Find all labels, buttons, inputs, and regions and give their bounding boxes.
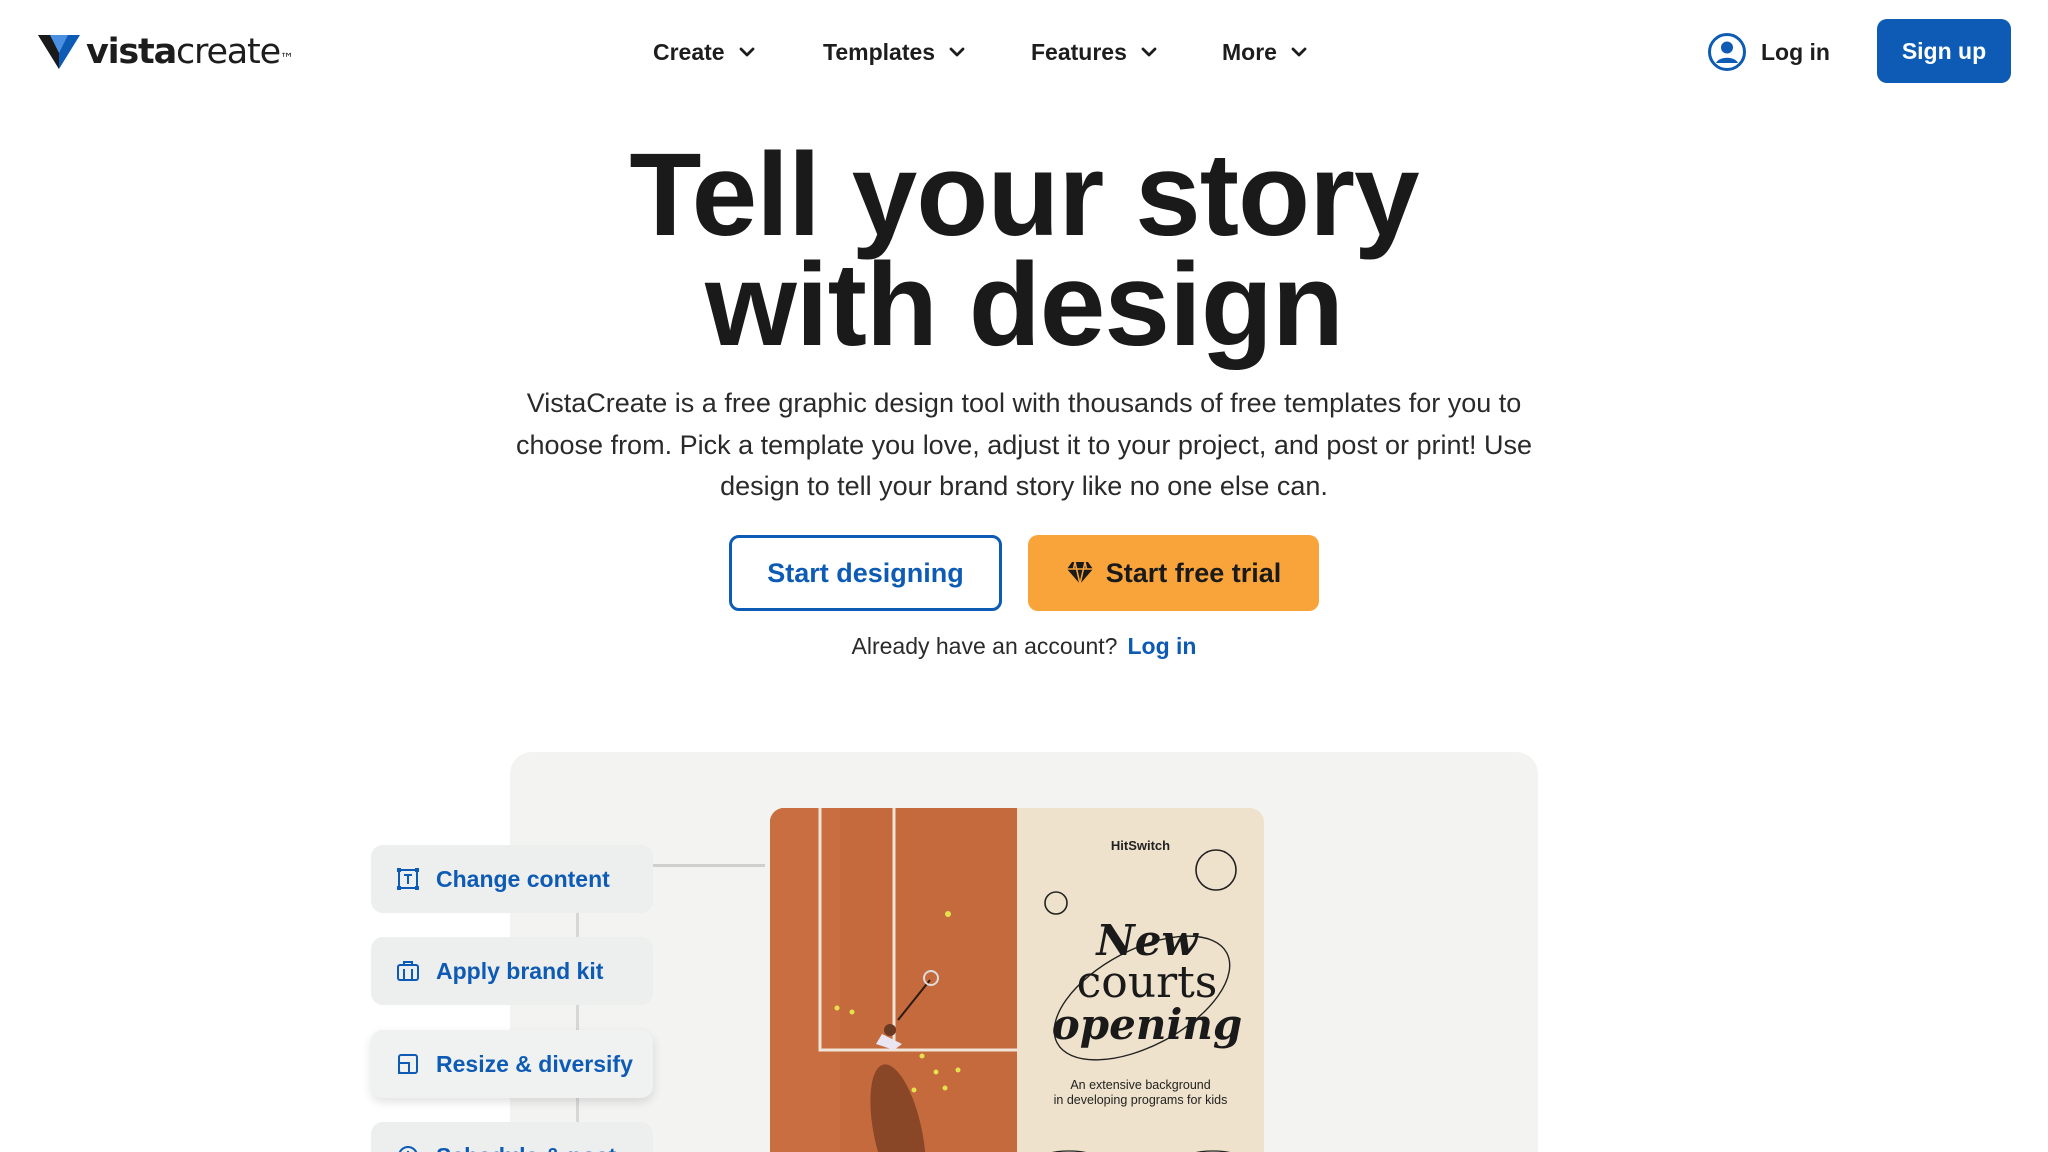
brand-kit-icon bbox=[397, 961, 419, 981]
hero-title: Tell your story with design bbox=[0, 129, 2048, 371]
poster-headline-line3: opening bbox=[1051, 1000, 1243, 1049]
text-frame-icon bbox=[397, 868, 419, 890]
nav-features-label: Features bbox=[1031, 38, 1127, 65]
poster-headline: New courts opening bbox=[1037, 920, 1257, 1046]
poster-brand: HitSwitch bbox=[1110, 838, 1171, 853]
nav-features[interactable]: Features bbox=[1031, 30, 1159, 74]
chevron-down-icon bbox=[949, 47, 965, 57]
poster-description: An extensive background in developing pr… bbox=[1017, 1078, 1264, 1108]
tennis-court-photo bbox=[770, 808, 1017, 1152]
site-header: vistacreate™ Create Templates Features M… bbox=[0, 0, 2048, 104]
hero-title-line2: with design bbox=[705, 239, 1344, 371]
logo-mark-icon bbox=[38, 35, 80, 69]
feature-label: Apply brand kit bbox=[436, 957, 604, 984]
hero-subtitle-line2: choose from. Pick a template you love, a… bbox=[516, 429, 1532, 460]
logo-text: vistacreate™ bbox=[86, 32, 294, 72]
template-poster[interactable]: HitSwitch New courts opening An extensiv… bbox=[770, 808, 1264, 1152]
login-link[interactable]: Log in bbox=[1707, 30, 1830, 74]
poster-headline-line1: New bbox=[1096, 916, 1198, 965]
hero-subtitle-line1: VistaCreate is a free graphic design too… bbox=[526, 388, 1522, 418]
hero-subtitle: VistaCreate is a free graphic design too… bbox=[474, 383, 1574, 508]
poster-desc-line1: An extensive background bbox=[1070, 1078, 1211, 1092]
start-designing-button[interactable]: Start designing bbox=[729, 535, 1002, 611]
connector-line bbox=[652, 864, 765, 867]
vistacreate-logo[interactable]: vistacreate™ bbox=[38, 30, 294, 74]
chevron-down-icon bbox=[1141, 47, 1157, 57]
login-label: Log in bbox=[1761, 38, 1830, 65]
nav-more[interactable]: More bbox=[1222, 30, 1309, 74]
nav-more-label: More bbox=[1222, 38, 1277, 65]
already-have-account: Already have an account? Log in bbox=[0, 633, 2048, 660]
nav-templates[interactable]: Templates bbox=[823, 30, 967, 74]
start-free-trial-label: Start free trial bbox=[1105, 557, 1282, 588]
already-login-link[interactable]: Log in bbox=[1127, 633, 1196, 659]
nav-create[interactable]: Create bbox=[653, 30, 757, 74]
already-text: Already have an account? bbox=[851, 633, 1118, 659]
hero-title-line1: Tell your story bbox=[629, 129, 1419, 261]
diamond-icon bbox=[1066, 561, 1093, 585]
signup-button[interactable]: Sign up bbox=[1877, 19, 2011, 83]
feature-apply-brand-kit[interactable]: Apply brand kit bbox=[371, 937, 653, 1005]
feature-resize-diversify[interactable]: Resize & diversify bbox=[371, 1030, 653, 1098]
poster-desc-line2: in developing programs for kids bbox=[1053, 1093, 1228, 1107]
nav-templates-label: Templates bbox=[823, 38, 936, 65]
poster-text-panel: HitSwitch New courts opening An extensiv… bbox=[1017, 808, 1264, 1152]
user-avatar-icon bbox=[1708, 33, 1746, 71]
schedule-icon bbox=[398, 1146, 418, 1152]
chevron-down-icon bbox=[739, 47, 755, 57]
hero-subtitle-line3: design to tell your brand story like no … bbox=[720, 471, 1328, 501]
feature-change-content[interactable]: Change content bbox=[371, 845, 653, 913]
nav-create-label: Create bbox=[653, 38, 725, 65]
start-free-trial-button[interactable]: Start free trial bbox=[1028, 535, 1319, 611]
feature-label: Resize & diversify bbox=[436, 1050, 633, 1077]
feature-label: Change content bbox=[436, 865, 610, 892]
feature-label: Schedule & post bbox=[436, 1143, 616, 1152]
feature-schedule-post[interactable]: Schedule & post bbox=[371, 1122, 653, 1152]
chevron-down-icon bbox=[1291, 47, 1307, 57]
poster-headline-line2: courts bbox=[1076, 957, 1218, 1008]
tennis-court-image bbox=[770, 808, 1017, 1152]
resize-icon bbox=[398, 1054, 418, 1074]
